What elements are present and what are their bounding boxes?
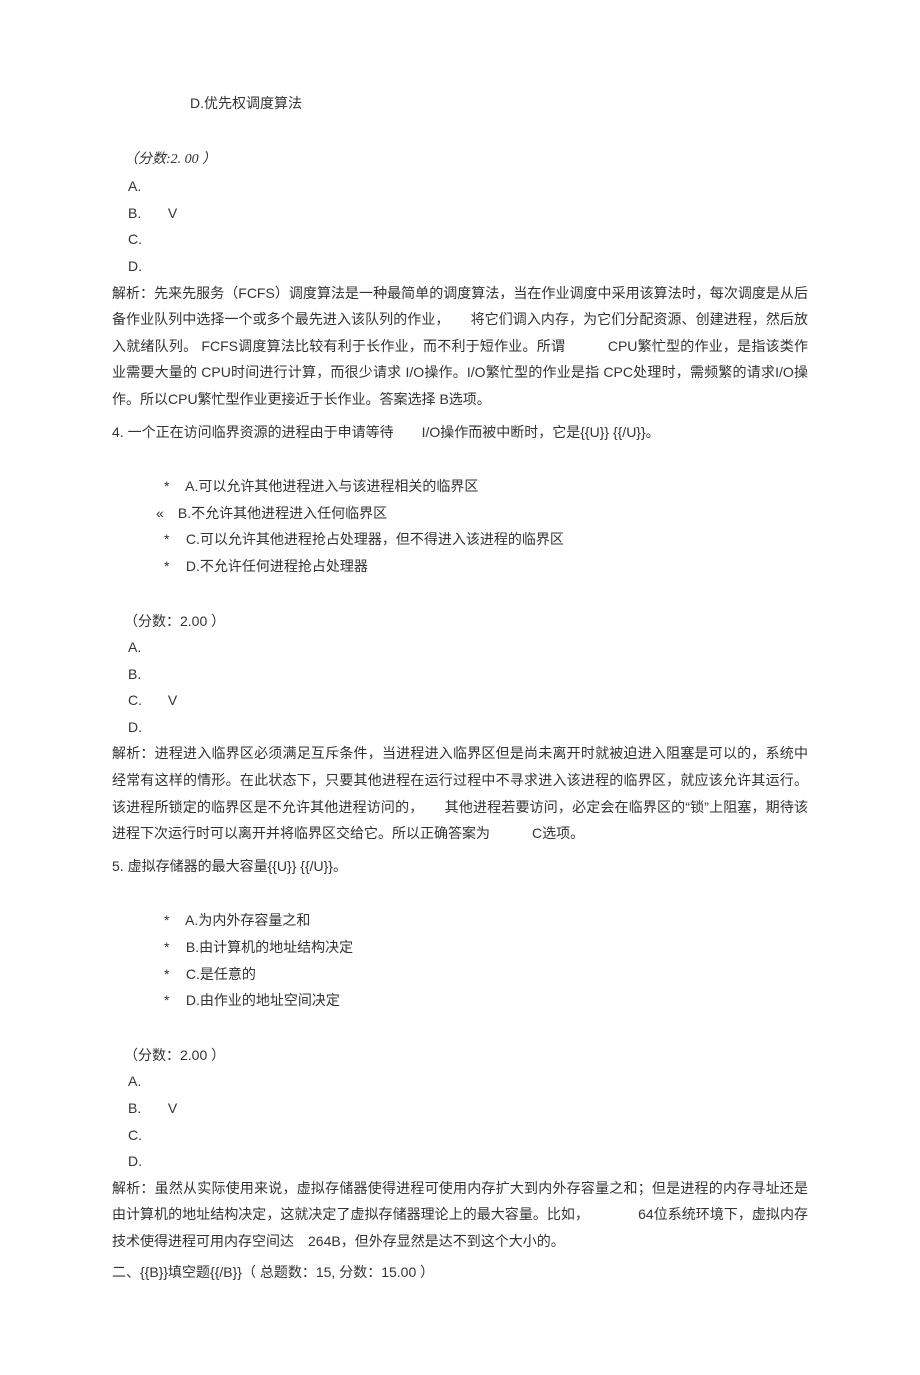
q4-analysis: 解析：进程进入临界区必须满足互斥条件，当进程进入临界区但是尚未离开时就被迫进入阻… xyxy=(112,740,808,846)
q4-score: （分数：2.00 ） xyxy=(112,608,808,635)
q4-option-c-text: C.可以允许其他进程抢占处理器，但不得进入该进程的临界区 xyxy=(186,531,564,547)
q5-option-c: * C.是任意的 xyxy=(112,961,808,988)
q4-option-c: * C.可以允许其他进程抢占处理器，但不得进入该进程的临界区 xyxy=(112,526,808,553)
q5-stem-text: 虚拟存储器的最大容量{{U}} {{/U}}。 xyxy=(128,858,347,874)
q4-answer-b: B. xyxy=(112,661,808,688)
q4-answer-c: C. V xyxy=(112,687,808,714)
bullet-icon: * xyxy=(164,934,182,961)
q5-option-a: * A.为内外存容量之和 xyxy=(112,907,808,934)
q5-answer-b-mark: V xyxy=(168,1100,177,1116)
section2-heading: 二、{{B}}填空题{{/B}}（ 总题数：15, 分数：15.00 ） xyxy=(112,1259,808,1286)
q5-option-b: * B.由计算机的地址结构决定 xyxy=(112,934,808,961)
q3-score-text: （分数:2. 00 ） xyxy=(124,152,216,167)
bullet-icon: * xyxy=(164,553,182,580)
bullet-icon: * xyxy=(164,987,182,1014)
q5-answer-a: A. xyxy=(112,1068,808,1095)
bullet-icon: * xyxy=(164,526,182,553)
bullet-icon: * xyxy=(164,961,182,988)
q3-answer-b-label: B. xyxy=(128,200,164,227)
q3-option-d: D.优先权调度算法 xyxy=(112,90,808,117)
q3-answer-d: D. xyxy=(112,253,808,280)
bullet-icon: « xyxy=(156,500,174,527)
q4-answer-c-label: C. xyxy=(128,687,164,714)
q4-stem-text: 一个正在访问临界资源的进程由于申请等待 I/O操作而被中断时，它是{{U}} {… xyxy=(128,424,660,440)
q5-option-b-text: B.由计算机的地址结构决定 xyxy=(186,939,353,955)
q5-analysis: 解析：虽然从实际使用来说，虚拟存储器使得进程可使用内存扩大到内外存容量之和；但是… xyxy=(112,1175,808,1255)
q4-answer-d: D. xyxy=(112,714,808,741)
q3-analysis: 解析：先来先服务（FCFS）调度算法是一种最简单的调度算法，当在作业调度中采用该… xyxy=(112,280,808,413)
q5-answer-b: B. V xyxy=(112,1095,808,1122)
q4-option-d-text: D.不允许任何进程抢占处理器 xyxy=(186,558,368,574)
q5-answer-d: D. xyxy=(112,1148,808,1175)
q5-option-d-text: D.由作业的地址空间决定 xyxy=(186,992,340,1008)
q3-answer-b: B. V xyxy=(112,200,808,227)
q4-stem: 4. 一个正在访问临界资源的进程由于申请等待 I/O操作而被中断时，它是{{U}… xyxy=(112,419,808,446)
q4-option-b-text: B.不允许其他进程进入任何临界区 xyxy=(178,505,387,521)
q5-score: （分数：2.00 ） xyxy=(112,1042,808,1069)
q4-answer-a: A. xyxy=(112,634,808,661)
q4-option-d: * D.不允许任何进程抢占处理器 xyxy=(112,553,808,580)
q5-option-a-text: A.为内外存容量之和 xyxy=(185,912,310,928)
q3-answer-a: A. xyxy=(112,173,808,200)
q4-option-a-text: A.可以允许其他进程进入与该进程相关的临界区 xyxy=(185,478,478,494)
q5-option-d: * D.由作业的地址空间决定 xyxy=(112,987,808,1014)
q5-answer-c: C. xyxy=(112,1122,808,1149)
bullet-icon: * xyxy=(164,473,182,500)
q4-stem-label: 4. xyxy=(112,424,128,440)
q5-stem-label: 5. xyxy=(112,858,128,874)
q5-option-c-text: C.是任意的 xyxy=(186,966,256,982)
q4-option-a: * A.可以允许其他进程进入与该进程相关的临界区 xyxy=(112,473,808,500)
q3-answer-b-mark: V xyxy=(168,205,177,221)
q4-answer-c-mark: V xyxy=(168,692,177,708)
q3-score: （分数:2. 00 ） xyxy=(112,145,808,174)
bullet-icon: * xyxy=(164,907,182,934)
q5-answer-b-label: B. xyxy=(128,1095,164,1122)
q3-answer-c: C. xyxy=(112,226,808,253)
q5-stem: 5. 虚拟存储器的最大容量{{U}} {{/U}}。 xyxy=(112,853,808,880)
q4-option-b: « B.不允许其他进程进入任何临界区 xyxy=(112,500,808,527)
